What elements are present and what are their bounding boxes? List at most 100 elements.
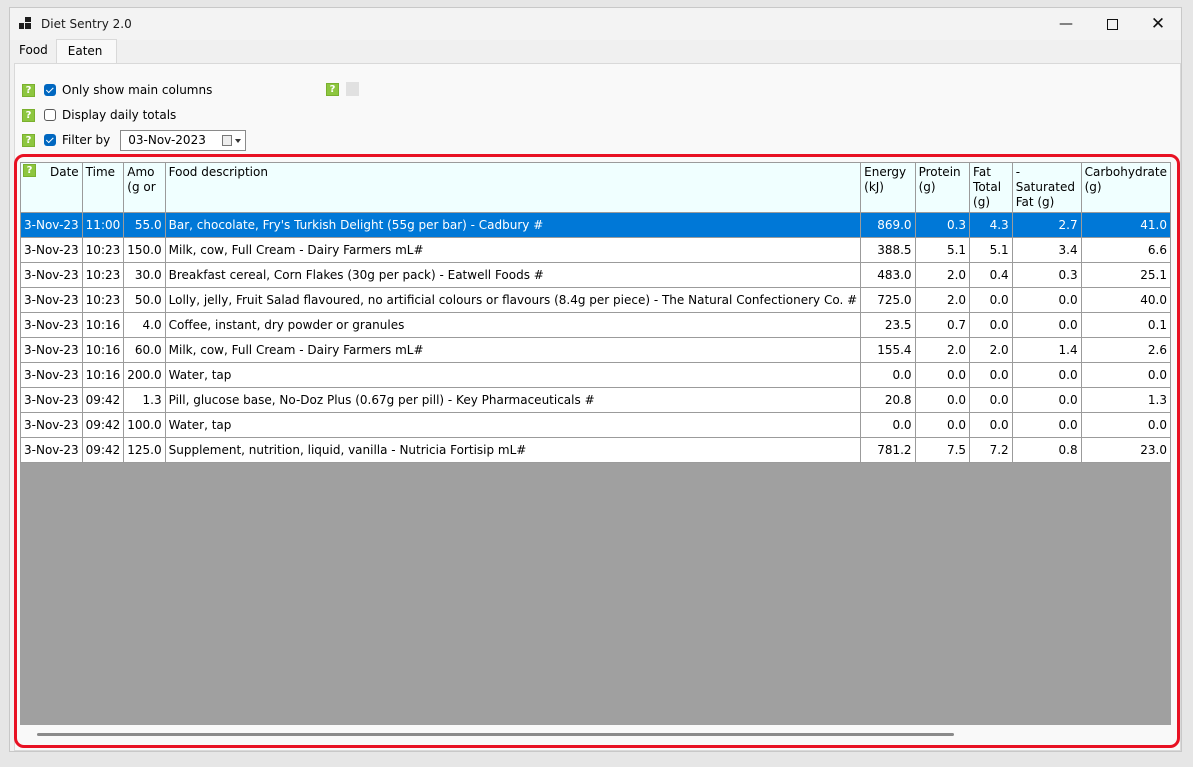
- cell-date[interactable]: 3-Nov-23: [20, 337, 83, 363]
- cell-fat-total[interactable]: 0.0: [969, 312, 1013, 338]
- minimize-button[interactable]: —: [1043, 8, 1089, 40]
- cell-fat-total[interactable]: 7.2: [969, 437, 1013, 463]
- cell-carbohydrate[interactable]: 0.0: [1080, 362, 1171, 388]
- table-row[interactable]: 3-Nov-23 09:42 125.0 Supplement, nutrition,…: [20, 437, 1171, 463]
- tab-eaten[interactable]: Eaten: [55, 39, 118, 64]
- table-row[interactable]: 3-Nov-23 10:16 200.0 Water, tap 0.0 0.0 0.0 0.0…: [20, 362, 1171, 388]
- cell-protein[interactable]: 0.0: [914, 412, 971, 438]
- cell-food-description[interactable]: Milk, cow, Full Cream - Dairy Farmers mL…: [164, 337, 862, 363]
- tab-food[interactable]: Food: [13, 39, 56, 63]
- cell-energy[interactable]: 781.2: [860, 437, 916, 463]
- cell-time[interactable]: 09:42: [81, 412, 125, 438]
- cell-saturated-fat[interactable]: 1.4: [1011, 337, 1082, 363]
- table-row[interactable]: 3-Nov-23 10:23 150.0 Milk, cow, Full Cream …: [20, 237, 1171, 263]
- cell-food-description[interactable]: Bar, chocolate, Fry's Turkish Delight (5…: [164, 212, 862, 238]
- column-header-fat-total[interactable]: Fat Total (g): [969, 162, 1013, 213]
- column-header-time[interactable]: Time: [81, 162, 125, 213]
- cell-fat-total[interactable]: 0.0: [969, 412, 1013, 438]
- cell-date[interactable]: 3-Nov-23: [20, 312, 83, 338]
- cell-saturated-fat[interactable]: 0.0: [1011, 312, 1082, 338]
- cell-time[interactable]: 10:16: [81, 337, 125, 363]
- cell-protein[interactable]: 0.0: [914, 362, 971, 388]
- cell-protein[interactable]: 0.7: [914, 312, 971, 338]
- cell-saturated-fat[interactable]: 2.7: [1011, 212, 1082, 238]
- filter-date-picker[interactable]: 03-Nov-2023: [120, 129, 247, 151]
- cell-carbohydrate[interactable]: 0.1: [1080, 312, 1171, 338]
- cell-fat-total[interactable]: 0.4: [969, 262, 1013, 288]
- column-header-food-description[interactable]: Food description: [164, 162, 862, 213]
- cell-saturated-fat[interactable]: 0.0: [1011, 362, 1082, 388]
- daily-totals-checkbox[interactable]: [44, 109, 56, 121]
- cell-time[interactable]: 09:42: [81, 437, 125, 463]
- cell-saturated-fat[interactable]: 0.0: [1011, 412, 1082, 438]
- cell-time[interactable]: 10:23: [81, 287, 125, 313]
- cell-time[interactable]: 09:42: [81, 387, 125, 413]
- cell-protein[interactable]: 5.1: [914, 237, 971, 263]
- cell-food-description[interactable]: Supplement, nutrition, liquid, vanilla -…: [164, 437, 862, 463]
- cell-fat-total[interactable]: 0.0: [969, 287, 1013, 313]
- cell-fat-total[interactable]: 2.0: [969, 337, 1013, 363]
- cell-energy[interactable]: 725.0: [860, 287, 916, 313]
- cell-food-description[interactable]: Lolly, jelly, Fruit Salad flavoured, no …: [164, 287, 862, 313]
- cell-saturated-fat[interactable]: 3.4: [1011, 237, 1082, 263]
- cell-food-description[interactable]: Breakfast cereal, Corn Flakes (30g per p…: [164, 262, 862, 288]
- cell-energy[interactable]: 483.0: [860, 262, 916, 288]
- cell-fat-total[interactable]: 0.0: [969, 387, 1013, 413]
- table-row[interactable]: 3-Nov-23 11:00 55.0 Bar, chocolate, Fry's T…: [20, 212, 1171, 238]
- cell-carbohydrate[interactable]: 1.3: [1080, 387, 1171, 413]
- cell-amount[interactable]: 200.0: [123, 362, 166, 388]
- cell-fat-total[interactable]: 0.0: [969, 362, 1013, 388]
- color-swatch[interactable]: [346, 82, 359, 96]
- cell-time[interactable]: 11:00: [81, 212, 125, 238]
- cell-energy[interactable]: 20.8: [860, 387, 916, 413]
- cell-carbohydrate[interactable]: 25.1: [1080, 262, 1171, 288]
- cell-saturated-fat[interactable]: 0.0: [1011, 387, 1082, 413]
- cell-amount[interactable]: 125.0: [123, 437, 166, 463]
- cell-date[interactable]: 3-Nov-23: [20, 212, 83, 238]
- cell-amount[interactable]: 30.0: [123, 262, 166, 288]
- cell-food-description[interactable]: Coffee, instant, dry powder or granules: [164, 312, 862, 338]
- cell-amount[interactable]: 60.0: [123, 337, 166, 363]
- cell-saturated-fat[interactable]: 0.8: [1011, 437, 1082, 463]
- cell-amount[interactable]: 1.3: [123, 387, 166, 413]
- cell-saturated-fat[interactable]: 0.3: [1011, 262, 1082, 288]
- only-main-columns-checkbox[interactable]: [44, 84, 56, 96]
- table-row[interactable]: 3-Nov-23 10:16 60.0 Milk, cow, Full Cream -…: [20, 337, 1171, 363]
- cell-amount[interactable]: 50.0: [123, 287, 166, 313]
- cell-date[interactable]: 3-Nov-23: [20, 237, 83, 263]
- cell-carbohydrate[interactable]: 0.0: [1080, 412, 1171, 438]
- table-row[interactable]: 3-Nov-23 09:42 100.0 Water, tap 0.0 0.0 0.0 0.0…: [20, 412, 1171, 438]
- column-header-energy[interactable]: Energy (kJ): [860, 162, 916, 213]
- cell-food-description[interactable]: Water, tap: [164, 412, 862, 438]
- cell-energy[interactable]: 869.0: [860, 212, 916, 238]
- cell-carbohydrate[interactable]: 2.6: [1080, 337, 1171, 363]
- cell-food-description[interactable]: Water, tap: [164, 362, 862, 388]
- cell-protein[interactable]: 2.0: [914, 337, 971, 363]
- filter-by-checkbox[interactable]: [44, 134, 56, 146]
- cell-amount[interactable]: 55.0: [123, 212, 166, 238]
- column-header-amount[interactable]: Amo (g or: [123, 162, 166, 213]
- cell-date[interactable]: 3-Nov-23: [20, 262, 83, 288]
- horizontal-scrollbar[interactable]: [37, 733, 954, 736]
- cell-energy[interactable]: 23.5: [860, 312, 916, 338]
- cell-date[interactable]: 3-Nov-23: [20, 387, 83, 413]
- cell-energy[interactable]: 0.0: [860, 362, 916, 388]
- table-row[interactable]: 3-Nov-23 09:42 1.3 Pill, glucose base, No-D…: [20, 387, 1171, 413]
- cell-time[interactable]: 10:23: [81, 262, 125, 288]
- column-header-date[interactable]: ? Date: [20, 162, 83, 213]
- cell-energy[interactable]: 0.0: [860, 412, 916, 438]
- cell-fat-total[interactable]: 4.3: [969, 212, 1013, 238]
- help-icon[interactable]: ?: [22, 133, 35, 147]
- help-icon[interactable]: ?: [23, 164, 36, 177]
- cell-amount[interactable]: 100.0: [123, 412, 166, 438]
- cell-protein[interactable]: 7.5: [914, 437, 971, 463]
- cell-time[interactable]: 10:16: [81, 312, 125, 338]
- cell-protein[interactable]: 0.3: [914, 212, 971, 238]
- help-icon[interactable]: ?: [22, 108, 35, 122]
- cell-time[interactable]: 10:23: [81, 237, 125, 263]
- cell-date[interactable]: 3-Nov-23: [20, 287, 83, 313]
- cell-protein[interactable]: 2.0: [914, 262, 971, 288]
- cell-protein[interactable]: 0.0: [914, 387, 971, 413]
- cell-time[interactable]: 10:16: [81, 362, 125, 388]
- column-header-protein[interactable]: Protein (g): [914, 162, 971, 213]
